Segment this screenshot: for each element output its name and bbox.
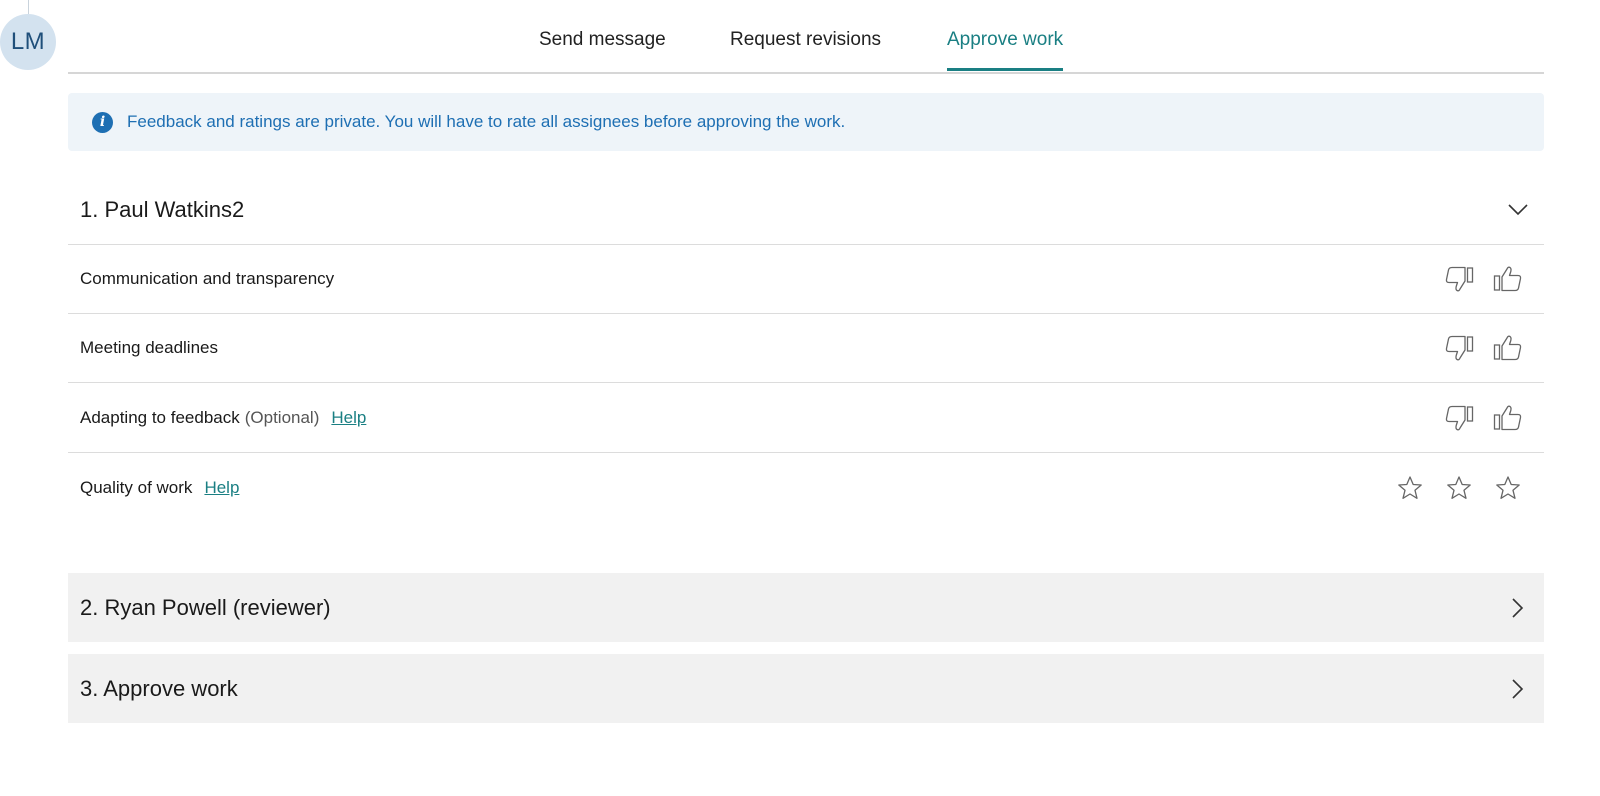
criteria-label: Quality of work [80,478,193,497]
section-header-approve-work[interactable]: 3. Approve work [68,654,1544,723]
criteria-row-quality-of-work: Quality of work Help [68,454,1544,522]
help-link[interactable]: Help [331,408,366,428]
star-icon[interactable] [1394,472,1426,504]
tab-approve-work[interactable]: Approve work [947,29,1064,71]
star-icon[interactable] [1492,472,1524,504]
section-title: 3. Approve work [80,675,238,701]
avatar[interactable]: LM [0,14,56,70]
info-banner: i Feedback and ratings are private. You … [68,93,1544,151]
criteria-label: Adapting to feedback [80,408,240,427]
criteria-row-adapting-to-feedback: Adapting to feedback (Optional) Help [68,384,1544,453]
thumbs-down-icon[interactable] [1443,332,1475,364]
info-icon: i [92,111,113,133]
section-header-assignee-1[interactable]: 1. Paul Watkins2 [68,176,1544,245]
thumbs-down-icon[interactable] [1443,263,1475,295]
criteria-label: Meeting deadlines [80,338,218,357]
section-title: 1. Paul Watkins2 [80,197,245,222]
info-banner-text: Feedback and ratings are private. You wi… [127,112,846,131]
thumbs-up-icon[interactable] [1492,263,1524,295]
chevron-right-icon[interactable] [1506,596,1530,620]
chevron-down-icon[interactable] [1506,198,1530,222]
section-title: 2. Ryan Powell (reviewer) [80,594,331,620]
criteria-row-meeting-deadlines: Meeting deadlines [68,314,1544,383]
tab-send-message[interactable]: Send message [539,29,666,68]
thumbs-down-icon[interactable] [1443,402,1475,434]
criteria-label: Communication and transparency [80,269,335,288]
optional-tag: (Optional) [244,408,320,427]
help-link[interactable]: Help [204,478,239,498]
tab-request-revisions[interactable]: Request revisions [730,29,881,68]
chevron-right-icon[interactable] [1506,677,1530,701]
avatar-connector [28,0,29,14]
criteria-row-communication: Communication and transparency [68,245,1544,314]
star-icon[interactable] [1443,472,1475,504]
tab-bar: Send message Request revisions Approve w… [68,0,1544,74]
thumbs-up-icon[interactable] [1492,402,1524,434]
approve-work-page: LM Send message Request revisions Approv… [0,0,1600,796]
thumbs-up-icon[interactable] [1492,332,1524,364]
section-header-reviewer[interactable]: 2. Ryan Powell (reviewer) [68,573,1544,642]
